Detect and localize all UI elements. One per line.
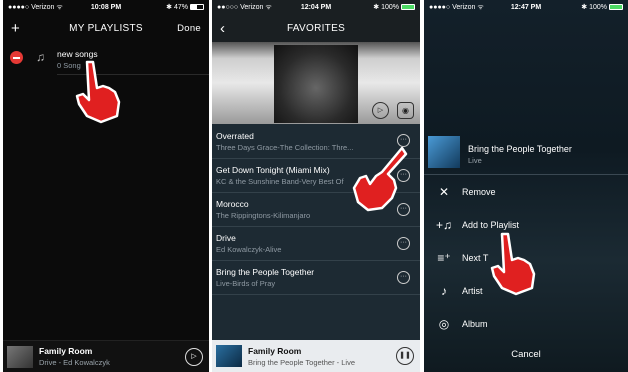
option-label: Artist	[462, 286, 483, 296]
header-artwork: ▷ ◉	[212, 42, 420, 124]
now-playing-room: Family Room	[248, 345, 302, 356]
album-art	[428, 136, 460, 168]
battery-status: ✱ 100%	[558, 3, 624, 11]
song-artist: Live-Birds of Pray	[216, 279, 276, 288]
more-options-button[interactable]: ···	[397, 237, 410, 250]
now-playing-room: Family Room	[39, 346, 93, 356]
status-bar: ●●●●○ Verizon ᯤ 10:08 PM ✱ 47%	[3, 0, 209, 14]
album-icon: ◎	[438, 317, 450, 331]
battery-percent: 47%	[173, 3, 188, 11]
battery-percent: 100%	[381, 3, 399, 11]
pointing-hand-icon	[75, 60, 121, 124]
clock: 10:08 PM	[90, 3, 122, 11]
now-playing-bar[interactable]: Family Room Bring the People Together - …	[212, 340, 420, 372]
play-button[interactable]: ▷	[185, 348, 203, 366]
play-circle-icon[interactable]: ▷	[372, 102, 389, 119]
option-label: Add to Playlist	[462, 220, 520, 230]
screen-favorites: ●●○○○ Verizon ᯤ 12:04 PM ✱ 100% ‹ FAVORIT…	[212, 0, 420, 372]
now-playing-track: Bring the People Together - Live	[248, 357, 356, 367]
cancel-button[interactable]: Cancel	[424, 349, 628, 360]
pointing-hand-icon	[352, 146, 408, 212]
song-artist: Ed Kowalczyk-Alive	[216, 245, 282, 254]
now-playing-track: Drive - Ed Kowalczyk	[39, 358, 110, 367]
pause-button[interactable]: ❚❚	[396, 347, 414, 365]
music-note-icon: ♫	[36, 50, 45, 64]
nav-bar: ‹ FAVORITES	[212, 14, 420, 42]
nav-bar: + MY PLAYLISTS Done	[3, 14, 209, 42]
now-playing-bar[interactable]: Family Room Drive - Ed Kowalczyk ▷	[3, 340, 209, 372]
more-options-button[interactable]: ···	[397, 271, 410, 284]
carrier-label: ●●●●○ Verizon ᯤ	[8, 3, 63, 11]
bluetooth-icon: ✱	[373, 4, 380, 11]
page-title: FAVORITES	[286, 22, 346, 34]
list-item[interactable]: Drive Ed Kowalczyk-Alive ···	[212, 227, 420, 260]
battery-percent: 100%	[589, 3, 608, 11]
song-title: Overrated	[216, 131, 254, 141]
bluetooth-icon: ✱	[166, 4, 172, 11]
song-artist: Live	[468, 156, 482, 165]
status-bar: ●●●●○ Verizon ᯤ 12:47 PM ✱ 100%	[424, 0, 628, 14]
remove-playlist-button[interactable]	[10, 51, 23, 64]
screen-song-options: ●●●●○ Verizon ᯤ 12:47 PM ✱ 100% Bring the…	[424, 0, 628, 372]
add-to-playlist-option[interactable]: +♫ Add to Playlist	[434, 218, 519, 232]
carrier-label: ●●○○○ Verizon ᯤ	[217, 3, 272, 11]
battery-icon	[609, 4, 624, 10]
pointing-hand-icon	[490, 232, 536, 296]
carrier-label: ●●●●○ Verizon ᯤ	[429, 3, 484, 11]
battery-icon	[189, 4, 204, 10]
battery-status: ✱ 47%	[139, 3, 204, 11]
option-label: Next T	[462, 253, 489, 263]
add-to-playlist-icon: +♫	[435, 218, 452, 232]
speaker-icon[interactable]: ◉	[397, 102, 414, 119]
remove-option[interactable]: ✕ Remove	[434, 185, 496, 199]
playlist-name: new songs	[57, 49, 98, 59]
clock: 12:04 PM	[300, 3, 332, 11]
band-photo	[274, 45, 358, 123]
song-title: Drive	[216, 233, 236, 243]
option-label: Remove	[462, 187, 496, 197]
battery-status: ✱ 100%	[349, 3, 415, 11]
album-thumbnail	[7, 345, 33, 368]
song-header: Bring the People Together Live	[428, 136, 624, 168]
song-title: Bring the People Together	[216, 267, 315, 277]
close-icon: ✕	[438, 185, 450, 199]
done-button[interactable]: Done	[177, 23, 201, 34]
clock: 12:47 PM	[510, 3, 542, 11]
battery-icon	[401, 4, 415, 10]
next-track-icon: ≡⁺	[437, 251, 451, 265]
screen-my-playlists: ●●●●○ Verizon ᯤ 10:08 PM ✱ 47% + MY PLAYL…	[3, 0, 209, 372]
artist-option[interactable]: ♪ Artist	[434, 284, 483, 298]
artist-icon: ♪	[441, 284, 447, 298]
option-label: Album	[462, 319, 488, 329]
bluetooth-icon: ✱	[581, 4, 588, 11]
album-option[interactable]: ◎ Album	[434, 317, 488, 331]
list-item[interactable]: Bring the People Together Live-Birds of P…	[212, 261, 420, 294]
song-title: Bring the People Together	[468, 144, 572, 154]
next-track-option[interactable]: ≡⁺ Next T	[434, 251, 488, 265]
status-bar: ●●○○○ Verizon ᯤ 12:04 PM ✱ 100%	[212, 0, 420, 14]
album-thumbnail	[216, 345, 242, 367]
